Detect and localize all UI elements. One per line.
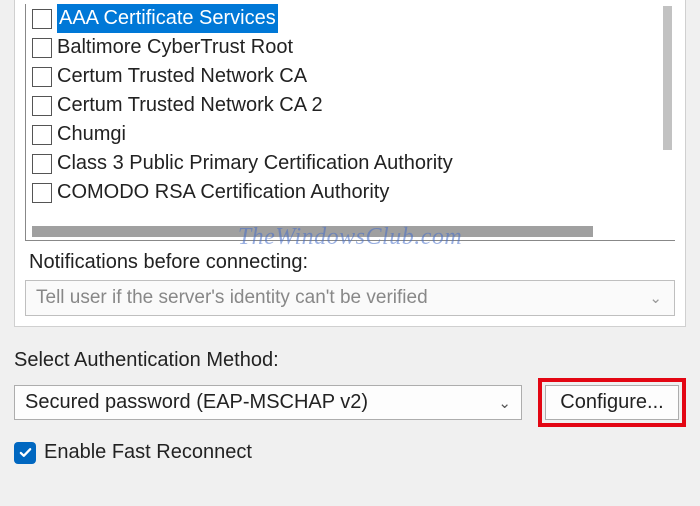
notifications-label: Notifications before connecting: (29, 251, 675, 274)
notifications-dropdown[interactable]: Tell user if the server's identity can't… (25, 280, 675, 316)
certificate-item[interactable]: COMODO RSA Certification Authority (28, 178, 673, 207)
certificates-group: AAA Certificate ServicesBaltimore CyberT… (14, 0, 686, 327)
enable-fast-reconnect-checkbox[interactable]: Enable Fast Reconnect (14, 441, 686, 464)
certificate-item[interactable]: Certum Trusted Network CA 2 (28, 91, 673, 120)
certificate-label: Certum Trusted Network CA (57, 62, 307, 91)
vertical-scrollbar[interactable] (663, 6, 672, 150)
auth-method-label: Select Authentication Method: (14, 349, 686, 372)
certificate-item[interactable]: AAA Certificate Services (28, 4, 673, 33)
certificate-label: COMODO RSA Certification Authority (57, 178, 389, 207)
certificate-item[interactable]: Chumgi (28, 120, 673, 149)
chevron-down-icon: ⌄ (649, 289, 662, 307)
auth-method-dropdown-value: Secured password (EAP-MSCHAP v2) (25, 391, 368, 414)
certificate-label: Baltimore CyberTrust Root (57, 33, 293, 62)
certificate-checkbox[interactable] (32, 96, 52, 116)
certificate-label: Class 3 Public Primary Certification Aut… (57, 149, 453, 178)
certificate-item[interactable]: Certum Trusted Network CA (28, 62, 673, 91)
certificate-checkbox[interactable] (32, 38, 52, 58)
auth-method-section: Select Authentication Method: Secured pa… (14, 349, 686, 427)
certificate-checkbox[interactable] (32, 183, 52, 203)
certificate-label: Certum Trusted Network CA 2 (57, 91, 323, 120)
notifications-dropdown-value: Tell user if the server's identity can't… (36, 287, 428, 309)
certificates-listbox[interactable]: AAA Certificate ServicesBaltimore CyberT… (25, 4, 675, 241)
certificate-checkbox[interactable] (32, 125, 52, 145)
certificate-checkbox[interactable] (32, 9, 52, 29)
chevron-down-icon: ⌄ (498, 394, 511, 412)
checkbox-checked-icon (14, 442, 36, 464)
horizontal-scrollbar-thumb[interactable] (32, 226, 593, 237)
dialog-panel: AAA Certificate ServicesBaltimore CyberT… (0, 0, 700, 464)
enable-fast-reconnect-label: Enable Fast Reconnect (44, 441, 252, 464)
configure-highlight: Configure... (538, 378, 686, 427)
certificate-label: AAA Certificate Services (57, 4, 278, 33)
certificate-item[interactable]: Class 3 Public Primary Certification Aut… (28, 149, 673, 178)
auth-method-dropdown[interactable]: Secured password (EAP-MSCHAP v2) ⌄ (14, 385, 522, 420)
horizontal-scrollbar-track[interactable] (32, 226, 669, 237)
configure-button[interactable]: Configure... (545, 385, 679, 420)
certificate-label: Chumgi (57, 120, 126, 149)
certificate-item[interactable]: Baltimore CyberTrust Root (28, 33, 673, 62)
certificate-checkbox[interactable] (32, 67, 52, 87)
certificate-checkbox[interactable] (32, 154, 52, 174)
